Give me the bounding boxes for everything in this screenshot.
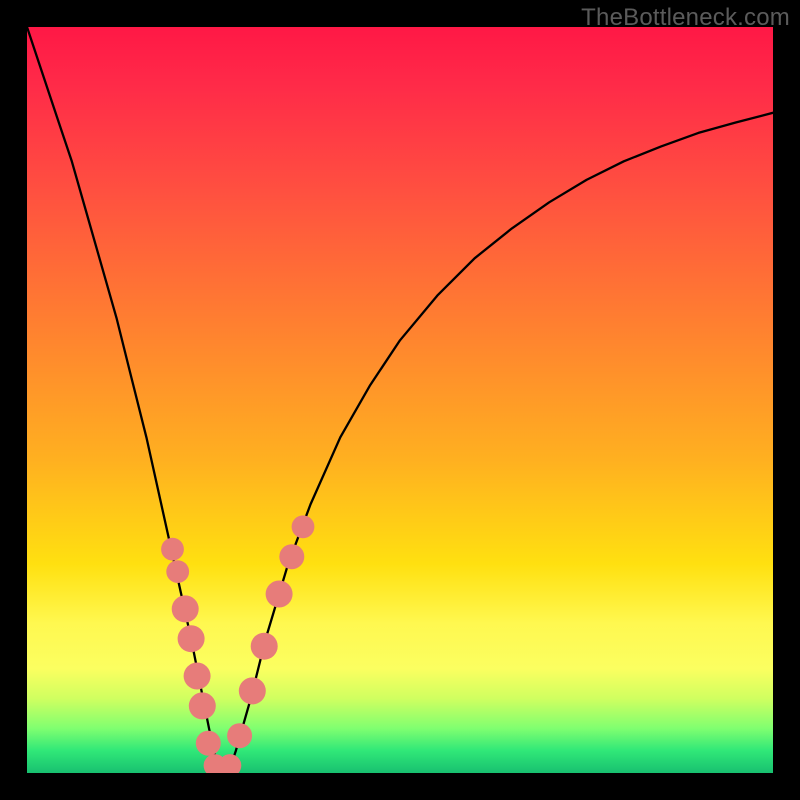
watermark-text: TheBottleneck.com: [581, 4, 790, 32]
highlight-dot: [184, 663, 211, 690]
highlight-dot: [161, 538, 184, 561]
highlight-dot: [189, 692, 216, 719]
highlight-dot: [196, 731, 221, 756]
plot-area: [27, 27, 773, 773]
chart-frame: TheBottleneck.com: [0, 0, 800, 800]
highlight-dot: [239, 677, 266, 704]
highlight-dot: [172, 595, 199, 622]
highlight-dot: [178, 625, 205, 652]
highlight-dot: [266, 581, 293, 608]
highlight-dot: [292, 515, 315, 538]
curve-path: [27, 27, 773, 773]
chart-svg: [27, 27, 773, 773]
highlight-dot: [279, 544, 304, 569]
highlight-markers: [161, 515, 314, 773]
highlight-dot: [166, 560, 189, 583]
highlight-dot: [227, 723, 252, 748]
bottleneck-curve: [27, 27, 773, 773]
highlight-dot: [251, 633, 278, 660]
